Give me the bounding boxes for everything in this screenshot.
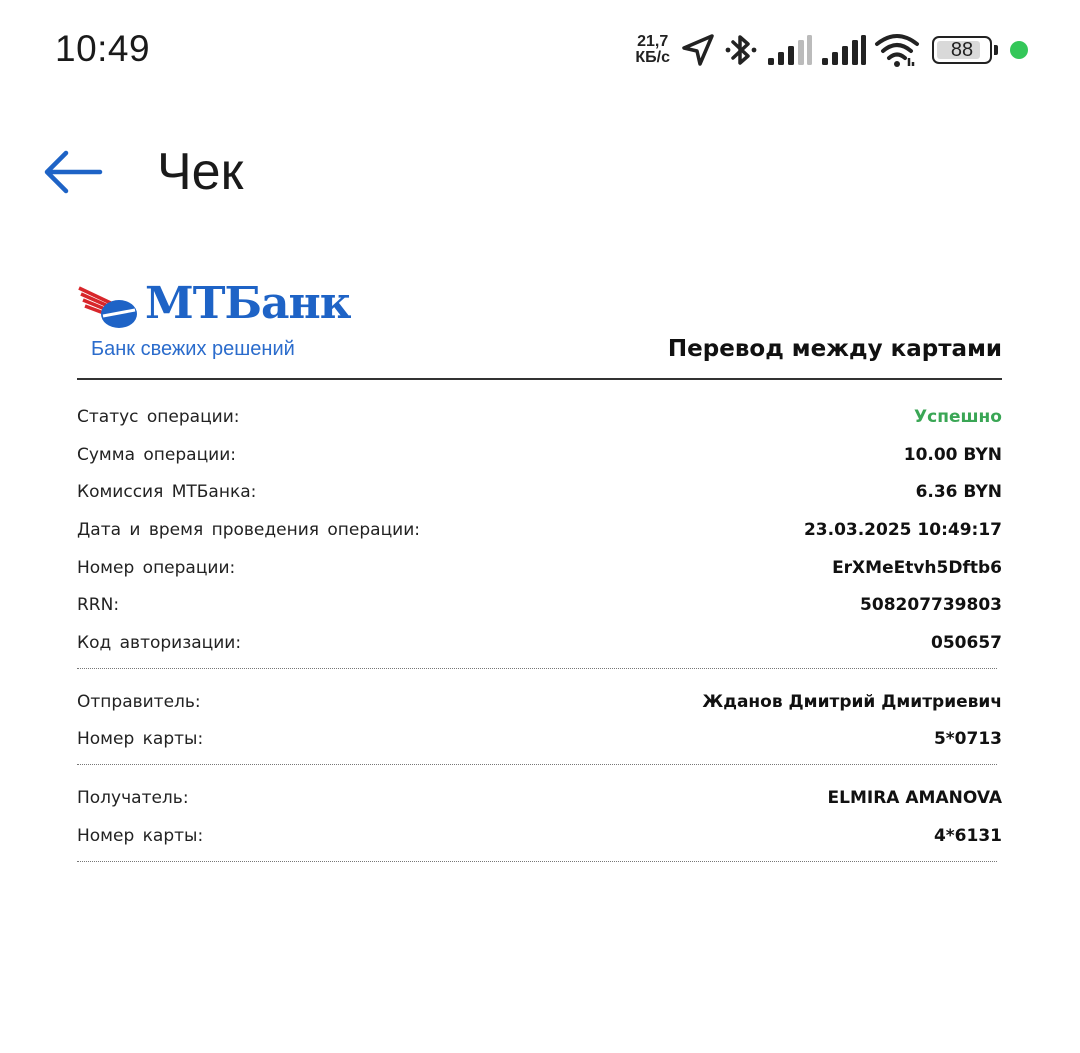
network-speed-unit: КБ/с [635,49,670,66]
row-label: Код авторизации: [77,632,242,653]
battery-cap [994,45,998,55]
location-arrow-icon [680,32,716,68]
row-datetime: Дата и время проведения операции: 23.03.2… [77,511,1002,549]
wifi-icon [874,32,920,68]
battery-body: 88 [932,36,992,64]
datetime-value: 23.03.2025 10:49:17 [803,519,1002,540]
signal-sim2-icon [820,34,866,66]
sender-card-value: 5*0713 [933,729,1002,750]
page-title: Чек [157,143,244,201]
row-sender-card: Номер карты: 5*0713 [77,721,1002,759]
row-label: Комиссия МТБанка: [77,482,257,503]
status-icons: 21,7 КБ/с 88 [635,30,1028,70]
app-bar: Чек [0,130,1080,220]
row-sender: Отправитель: Жданов Дмитрий Дмитриевич [77,683,1002,721]
network-speed: 21,7 КБ/с [635,34,670,66]
auth-code-value: 050657 [931,632,1002,653]
status-bar: 10:49 21,7 КБ/с 88 [0,0,1080,100]
recipient-value: ELMIRA AMANOVA [827,788,1002,809]
logo-wordmark: МТБанк [145,278,352,329]
fee-value: 6.36 BYN [915,482,1002,503]
dotted-divider [77,764,997,766]
row-label: RRN: [77,595,120,616]
status-time: 10:49 [55,28,151,69]
row-label: Сумма операции: [77,444,236,465]
sender-value: Жданов Дмитрий Дмитриевич [702,691,1002,712]
row-operation-number: Номер операции: ErXMeEtvh5Dftb6 [77,549,1002,587]
rrn-value: 508207739803 [860,595,1002,616]
row-rrn: RRN: 508207739803 [77,586,1002,624]
recipient-section: Получатель: ELMIRA AMANOVA Номер карты: 4*… [77,779,1002,854]
status-value: Успешно [914,406,1002,427]
receipt: МТБанк Банк свежих решений Перевод между… [77,278,1002,876]
row-label: Получатель: [77,788,189,809]
logo-mark-icon [78,286,137,328]
row-recipient: Получатель: ELMIRA AMANOVA [77,779,1002,817]
receipt-details: Статус операции: Успешно Сумма операции: 1… [77,380,1002,862]
operation-section: Статус операции: Успешно Сумма операции: 1… [77,398,1002,662]
row-label: Дата и время проведения операции: [77,519,420,540]
row-auth-code: Код авторизации: 050657 [77,624,1002,662]
battery-level: 88 [950,38,974,61]
sender-section: Отправитель: Жданов Дмитрий Дмитриевич Но… [77,683,1002,758]
row-label: Статус операции: [77,406,240,427]
receipt-header: МТБанк Банк свежих решений Перевод между… [77,278,1002,380]
signal-sim1-icon [766,34,812,66]
row-status: Статус операции: Успешно [77,398,1002,436]
row-recipient-card: Номер карты: 4*6131 [77,817,1002,855]
arrow-left-icon [44,150,103,194]
green-dot-indicator [1010,41,1028,59]
row-label: Номер карты: [77,729,204,750]
logo-slogan: Банк свежих решений [91,338,295,360]
mtbank-logo: МТБанк Банк свежих решений [77,278,352,362]
amount-value: 10.00 BYN [903,444,1002,465]
dotted-divider [77,860,997,862]
battery-icon: 88 [932,36,998,64]
receipt-title: Перевод между картами [667,336,1002,362]
network-speed-value: 21,7 [637,33,669,50]
row-amount: Сумма операции: 10.00 BYN [77,436,1002,474]
bluetooth-icon [724,31,758,69]
back-button[interactable] [38,142,108,202]
row-label: Отправитель: [77,691,201,712]
operation-number-value: ErXMeEtvh5Dftb6 [832,557,1002,578]
row-label: Номер карты: [77,825,204,846]
row-label: Номер операции: [77,557,236,578]
recipient-card-value: 4*6131 [933,825,1002,846]
row-fee: Комиссия МТБанка: 6.36 BYN [77,473,1002,511]
dotted-divider [77,667,997,669]
